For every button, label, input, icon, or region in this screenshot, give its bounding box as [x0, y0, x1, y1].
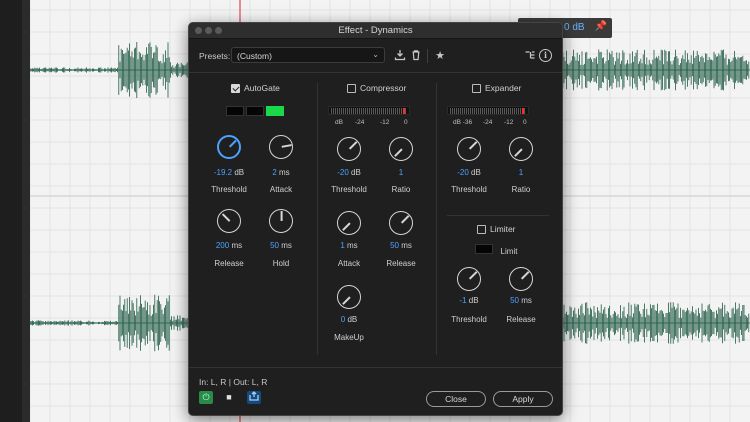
limiter-release-value[interactable]: 50 ms	[491, 296, 551, 305]
autogate-attack-label: Attack	[269, 185, 293, 194]
limiter-threshold-knob[interactable]	[457, 267, 481, 291]
info-icon[interactable]: i	[539, 49, 552, 62]
expander-threshold-knob[interactable]	[457, 137, 481, 161]
io-routing-text: In: L, R | Out: L, R	[199, 377, 268, 387]
compressor-release-knob[interactable]	[389, 211, 413, 235]
compressor-release-label: Release	[386, 259, 416, 268]
expander-scale-0: dB -36	[453, 119, 473, 126]
gate-indicator-active	[266, 106, 284, 116]
effect-dynamics-dialog: Effect - Dynamics Presets: (Custom) ⌄ ★ …	[188, 22, 563, 416]
gate-indicator-1	[226, 106, 244, 116]
toolbar-separator	[427, 49, 428, 63]
autogate-release-knob[interactable]	[217, 209, 241, 233]
compressor-header[interactable]: Compressor	[347, 83, 406, 93]
compressor-checkbox[interactable]	[347, 83, 356, 93]
limiter-release-knob[interactable]	[509, 267, 533, 291]
autogate-attack-knob[interactable]	[269, 135, 293, 159]
autogate-hold-value[interactable]: 50 ms	[251, 241, 311, 250]
expander-scale-3: 0	[523, 119, 527, 126]
limit-label: Limit	[500, 247, 518, 256]
preset-value: (Custom)	[237, 51, 272, 61]
apply-to-track-icon[interactable]	[247, 391, 261, 404]
compressor-scale-3: 0	[404, 119, 408, 126]
compressor-attack-value[interactable]: 1 ms	[319, 241, 379, 250]
compressor-ratio-knob[interactable]	[389, 137, 413, 161]
expander-threshold-label: Threshold	[451, 185, 487, 194]
compressor-attack-knob[interactable]	[337, 211, 361, 235]
compressor-threshold-knob[interactable]	[337, 137, 361, 161]
compressor-level-meter	[328, 106, 410, 115]
trash-icon[interactable]	[409, 49, 423, 63]
routing-icon[interactable]	[523, 49, 537, 63]
autogate-header[interactable]: AutoGate	[231, 83, 280, 93]
compressor-scale-1: -24	[355, 119, 365, 126]
left-panel-edge	[22, 0, 30, 422]
pin-icon[interactable]: 📌	[594, 21, 608, 35]
compressor-scale-0: dB	[335, 119, 343, 126]
presets-label: Presets:	[199, 51, 231, 61]
stop-icon[interactable]: ■	[222, 391, 236, 404]
autogate-threshold-knob[interactable]	[217, 135, 241, 159]
expander-ratio-label: Ratio	[511, 185, 531, 194]
presets-row: Presets: (Custom) ⌄ ★ i	[189, 39, 562, 73]
expander-level-meter	[447, 106, 529, 115]
limiter-divider	[447, 215, 549, 216]
autogate-hold-label: Hold	[272, 259, 290, 268]
compressor-ratio-value[interactable]: 1	[371, 168, 431, 177]
presets-dropdown[interactable]: (Custom) ⌄	[231, 47, 385, 63]
dialog-title: Effect - Dynamics	[338, 25, 413, 36]
expander-scale-2: -12	[504, 119, 514, 126]
autogate-checkbox[interactable]	[231, 83, 240, 93]
compressor-threshold-label: Threshold	[331, 185, 367, 194]
autogate-threshold-value[interactable]: -19.2 dB	[199, 168, 259, 177]
star-icon[interactable]: ★	[433, 49, 447, 63]
expander-header[interactable]: Expander	[472, 83, 521, 93]
section-divider-2	[436, 83, 437, 355]
power-icon[interactable]: ⏻	[199, 391, 213, 404]
limiter-header[interactable]: Limiter	[477, 224, 516, 234]
compressor-threshold-value[interactable]: -20 dB	[319, 168, 379, 177]
expander-label: Expander	[485, 83, 522, 93]
title-bar[interactable]: Effect - Dynamics	[189, 23, 562, 39]
chevron-down-icon: ⌄	[372, 50, 379, 59]
autogate-attack-value[interactable]: 2 ms	[251, 168, 311, 177]
gate-indicator-2	[246, 106, 264, 116]
expander-ratio-knob[interactable]	[509, 137, 533, 161]
compressor-label: Compressor	[360, 83, 407, 93]
compressor-makeup-knob[interactable]	[337, 285, 361, 309]
close-button[interactable]: Close	[426, 391, 486, 407]
level-readout: 0 dB	[564, 22, 585, 33]
limit-indicator	[475, 244, 493, 254]
footer-divider	[189, 367, 562, 368]
section-divider-1	[317, 83, 318, 355]
compressor-release-value[interactable]: 50 ms	[371, 241, 431, 250]
autogate-threshold-label: Threshold	[211, 185, 247, 194]
limiter-threshold-value[interactable]: -1 dB	[439, 296, 499, 305]
expander-threshold-value[interactable]: -20 dB	[439, 168, 499, 177]
compressor-scale-2: -12	[380, 119, 390, 126]
autogate-label: AutoGate	[244, 83, 280, 93]
limiter-threshold-label: Threshold	[451, 315, 487, 324]
limiter-label: Limiter	[490, 224, 516, 234]
expander-scale-1: -24	[483, 119, 493, 126]
left-panel-strip	[0, 0, 22, 422]
compressor-makeup-value[interactable]: 0 dB	[319, 315, 379, 324]
download-icon[interactable]	[393, 49, 407, 63]
limiter-checkbox[interactable]	[477, 224, 486, 234]
autogate-hold-knob[interactable]	[269, 209, 293, 233]
header-divider	[189, 72, 562, 73]
limiter-release-label: Release	[506, 315, 536, 324]
expander-checkbox[interactable]	[472, 83, 481, 93]
compressor-ratio-label: Ratio	[391, 185, 411, 194]
autogate-release-label: Release	[214, 259, 244, 268]
expander-ratio-value[interactable]: 1	[491, 168, 551, 177]
compressor-makeup-label: MakeUp	[334, 333, 364, 342]
autogate-release-value[interactable]: 200 ms	[199, 241, 259, 250]
compressor-attack-label: Attack	[337, 259, 361, 268]
apply-button[interactable]: Apply	[493, 391, 553, 407]
